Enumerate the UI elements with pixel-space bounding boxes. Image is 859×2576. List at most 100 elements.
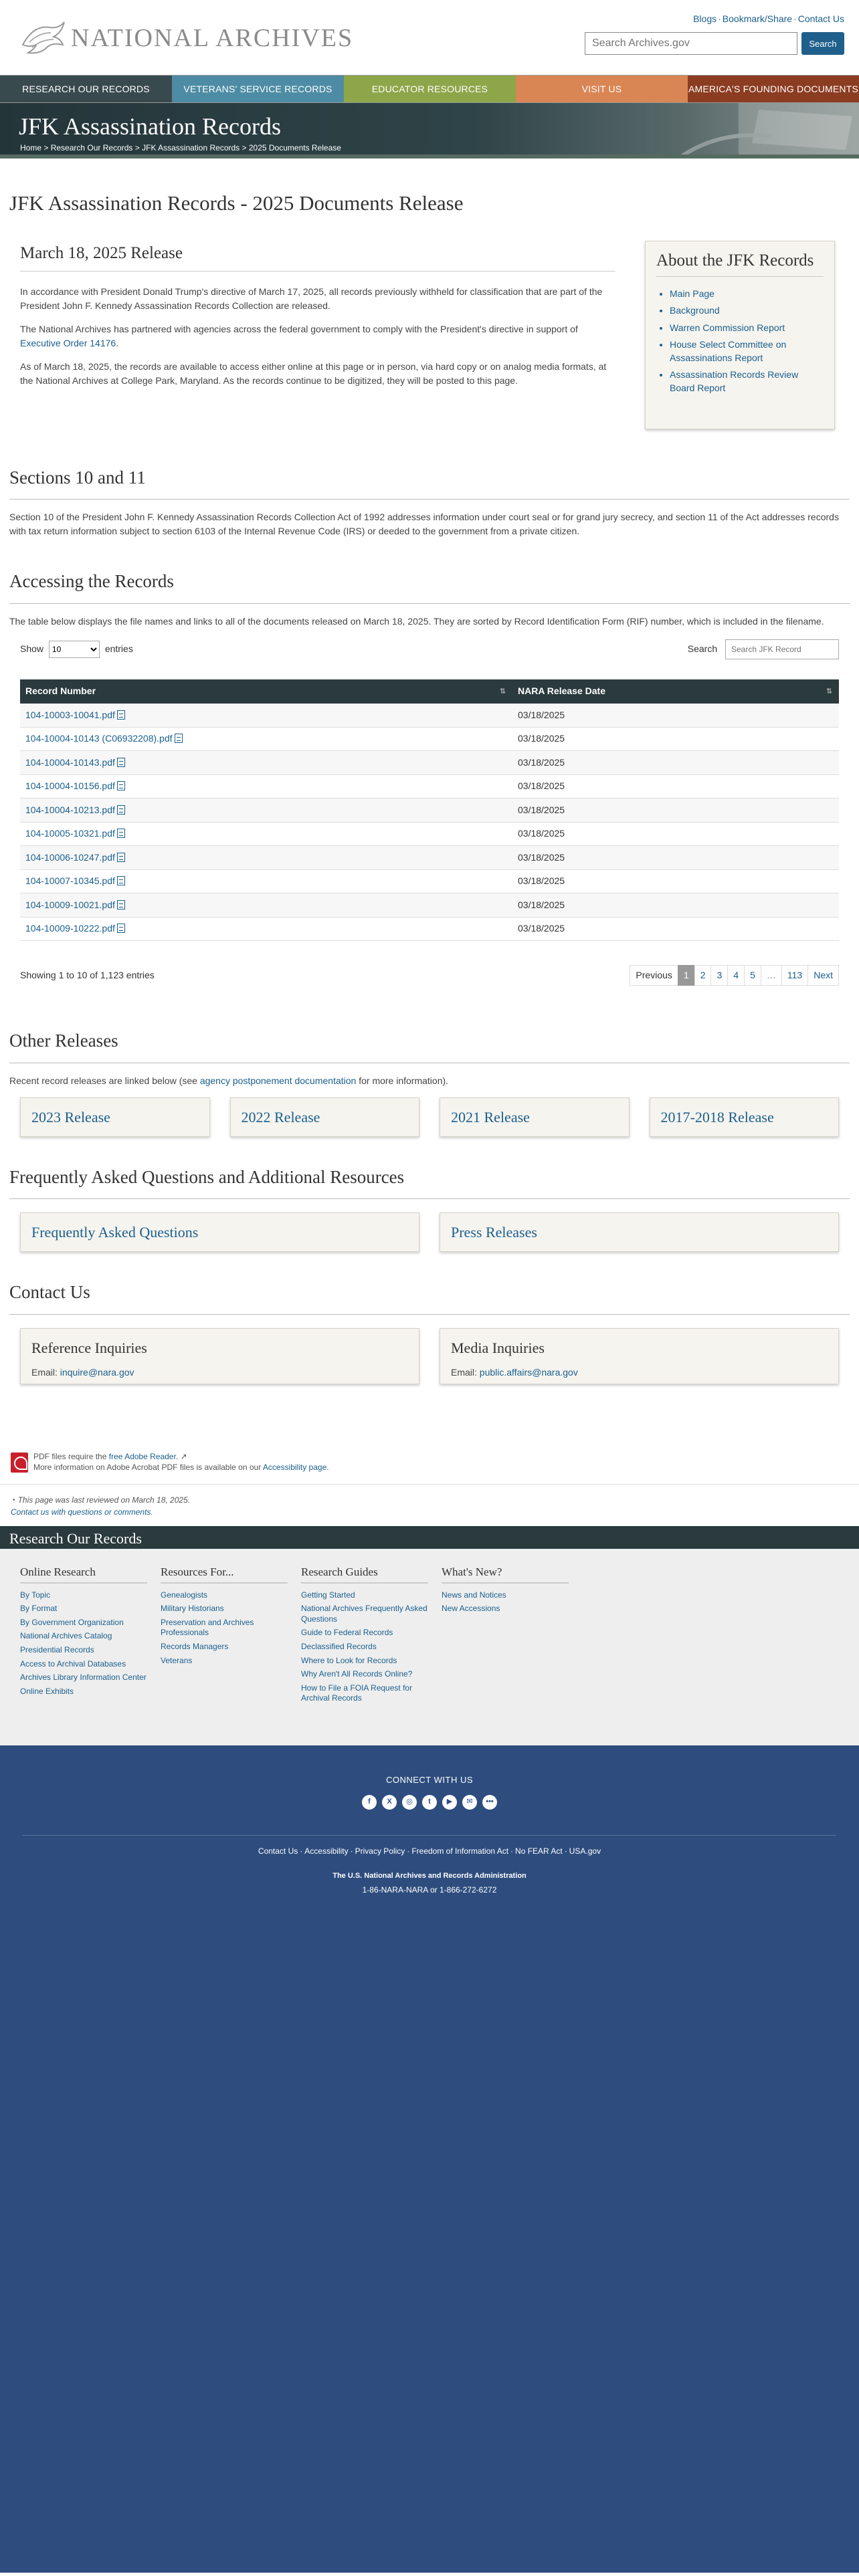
contact-us-link[interactable]: Contact Us xyxy=(798,13,844,24)
postponement-link[interactable]: agency postponement documentation xyxy=(200,1075,357,1086)
record-link[interactable]: 104-10003-10041.pdf xyxy=(25,710,115,720)
footer-link[interactable]: National Archives Catalog xyxy=(20,1631,147,1642)
record-link[interactable]: 104-10009-10222.pdf xyxy=(25,923,115,934)
pdf-file-icon xyxy=(116,781,125,791)
breadcrumb-research[interactable]: Research Our Records xyxy=(51,143,133,152)
footer-link[interactable]: Records Managers xyxy=(161,1642,288,1652)
page-next[interactable]: Next xyxy=(807,965,839,986)
col-record-number[interactable]: Record Number ⇅ xyxy=(20,679,512,704)
page-2[interactable]: 2 xyxy=(694,965,712,986)
footer-link[interactable]: By Government Organization xyxy=(20,1618,147,1628)
blogs-link[interactable]: Blogs xyxy=(693,13,717,24)
footer-link[interactable]: Genealogists xyxy=(161,1590,288,1601)
table-search-label: Search xyxy=(687,643,718,654)
sidebar-link-review-board[interactable]: Assassination Records Review Board Repor… xyxy=(670,368,824,395)
record-link[interactable]: 104-10009-10021.pdf xyxy=(25,899,115,910)
release-card-2023[interactable]: 2023 Release xyxy=(20,1097,210,1137)
footer-link[interactable]: Getting Started xyxy=(301,1590,428,1601)
nav-founding-documents[interactable]: America's Founding Documents xyxy=(688,76,859,102)
page-4[interactable]: 4 xyxy=(727,965,745,986)
footer-link[interactable]: Guide to Federal Records xyxy=(301,1628,428,1638)
youtube-icon[interactable]: ▶ xyxy=(442,1794,457,1810)
breadcrumb-jfk[interactable]: JFK Assassination Records xyxy=(142,143,240,152)
adobe-reader-link[interactable]: free Adobe Reader. xyxy=(109,1452,178,1461)
record-link[interactable]: 104-10004-10143 (C06932208).pdf xyxy=(25,733,173,744)
record-link[interactable]: 104-10004-10156.pdf xyxy=(25,780,115,791)
bookmark-share-link[interactable]: Bookmark/Share xyxy=(723,13,792,24)
page-3[interactable]: 3 xyxy=(710,965,729,986)
footer-link[interactable]: Where to Look for Records xyxy=(301,1656,428,1667)
tumblr-icon[interactable]: t xyxy=(422,1794,437,1810)
breadcrumb-current: 2025 Documents Release xyxy=(248,143,341,152)
footer-bottom: CONNECT WITH US f X ◎ t ▶ ✉ ••• Contact … xyxy=(0,1745,859,2573)
page-113[interactable]: 113 xyxy=(781,965,809,986)
release-card-2022[interactable]: 2022 Release xyxy=(229,1097,419,1137)
nav-educator-resources[interactable]: Educator Resources xyxy=(344,76,516,102)
accessibility-page-link[interactable]: Accessibility page. xyxy=(263,1463,329,1472)
footer-link[interactable]: News and Notices xyxy=(442,1590,569,1601)
media-title: Media Inquiries xyxy=(451,1339,545,1356)
press-releases-card[interactable]: Press Releases xyxy=(440,1212,839,1252)
footer-link[interactable]: New Accessions xyxy=(442,1604,569,1614)
footer-link[interactable]: Declassified Records xyxy=(301,1642,428,1652)
footer-link[interactable]: Preservation and Archives Professionals xyxy=(161,1618,288,1638)
legal-contact[interactable]: Contact Us xyxy=(258,1846,298,1856)
footer-link[interactable]: Why Aren't All Records Online? xyxy=(301,1669,428,1680)
nav-veterans-service-records[interactable]: Veterans' Service Records xyxy=(172,76,344,102)
footer-link[interactable]: Veterans xyxy=(161,1656,288,1667)
nav-research-our-records[interactable]: Research Our Records xyxy=(0,76,172,102)
legal-foia[interactable]: Freedom of Information Act xyxy=(411,1846,508,1856)
page-previous[interactable]: Previous xyxy=(630,965,678,986)
footer-link[interactable]: Presidential Records xyxy=(20,1645,147,1656)
record-link[interactable]: 104-10005-10321.pdf xyxy=(25,828,115,839)
instagram-icon[interactable]: ◎ xyxy=(402,1794,417,1810)
sidebar-link-house[interactable]: House Select Committee on Assassinations… xyxy=(670,338,824,364)
sidebar-link-background[interactable]: Background xyxy=(670,304,824,318)
sidebar-link-main[interactable]: Main Page xyxy=(670,288,824,301)
release-card-2017-2018[interactable]: 2017-2018 Release xyxy=(649,1097,839,1137)
media-email-link[interactable]: public.affairs@nara.gov xyxy=(480,1367,578,1378)
record-link[interactable]: 104-10007-10345.pdf xyxy=(25,875,115,886)
footer-link[interactable]: National Archives Frequently Asked Quest… xyxy=(301,1604,428,1624)
more-icon[interactable]: ••• xyxy=(482,1794,497,1810)
email-icon[interactable]: ✉ xyxy=(462,1794,477,1810)
facebook-icon[interactable]: f xyxy=(362,1794,377,1810)
faq-card[interactable]: Frequently Asked Questions xyxy=(20,1212,419,1252)
breadcrumb-home[interactable]: Home xyxy=(20,143,41,152)
release-card-2021[interactable]: 2021 Release xyxy=(440,1097,630,1137)
footer-link[interactable]: Access to Archival Databases xyxy=(20,1659,147,1670)
site-search-button[interactable]: Search xyxy=(801,32,844,55)
contact-comments-link[interactable]: Contact us with questions or comments. xyxy=(11,1507,153,1517)
reference-email-link[interactable]: inquire@nara.gov xyxy=(60,1367,134,1378)
page-1[interactable]: 1 xyxy=(677,965,695,986)
footer-link[interactable]: Archives Library Information Center xyxy=(20,1673,147,1683)
nav-visit-us[interactable]: Visit Us xyxy=(516,76,688,102)
record-link[interactable]: 104-10006-10247.pdf xyxy=(25,852,115,863)
sections-text: Section 10 of the President John F. Kenn… xyxy=(9,512,839,536)
executive-order-link[interactable]: Executive Order 14176 xyxy=(20,338,116,348)
pdf-file-icon xyxy=(116,876,125,886)
x-icon[interactable]: X xyxy=(382,1794,397,1810)
legal-accessibility[interactable]: Accessibility xyxy=(304,1846,348,1856)
footer-link[interactable]: By Topic xyxy=(20,1590,147,1601)
pdf-file-icon xyxy=(116,852,125,862)
col-release-date[interactable]: NARA Release Date ⇅ xyxy=(512,679,839,704)
table-search-input[interactable] xyxy=(725,639,839,659)
release-paragraph-1: In accordance with President Donald Trum… xyxy=(20,286,603,311)
record-link[interactable]: 104-10004-10143.pdf xyxy=(25,757,115,768)
record-link[interactable]: 104-10004-10213.pdf xyxy=(25,804,115,815)
national-archives-logo[interactable]: NATIONAL ARCHIVES xyxy=(20,15,353,62)
site-search-input[interactable] xyxy=(585,32,797,55)
footer-link[interactable]: Military Historians xyxy=(161,1604,288,1614)
entries-select[interactable]: 10 xyxy=(48,640,100,658)
record-cell: 104-10004-10143.pdf xyxy=(20,750,512,775)
banner-decoration xyxy=(680,103,859,154)
legal-no-fear[interactable]: No FEAR Act xyxy=(515,1846,563,1856)
legal-privacy[interactable]: Privacy Policy xyxy=(355,1846,405,1856)
footer-link[interactable]: By Format xyxy=(20,1604,147,1614)
sidebar-link-warren[interactable]: Warren Commission Report xyxy=(670,322,824,335)
legal-usa-gov[interactable]: USA.gov xyxy=(569,1846,601,1856)
footer-link[interactable]: How to File a FOIA Request for Archival … xyxy=(301,1683,428,1704)
page-5[interactable]: 5 xyxy=(744,965,761,986)
footer-link[interactable]: Online Exhibits xyxy=(20,1687,147,1697)
